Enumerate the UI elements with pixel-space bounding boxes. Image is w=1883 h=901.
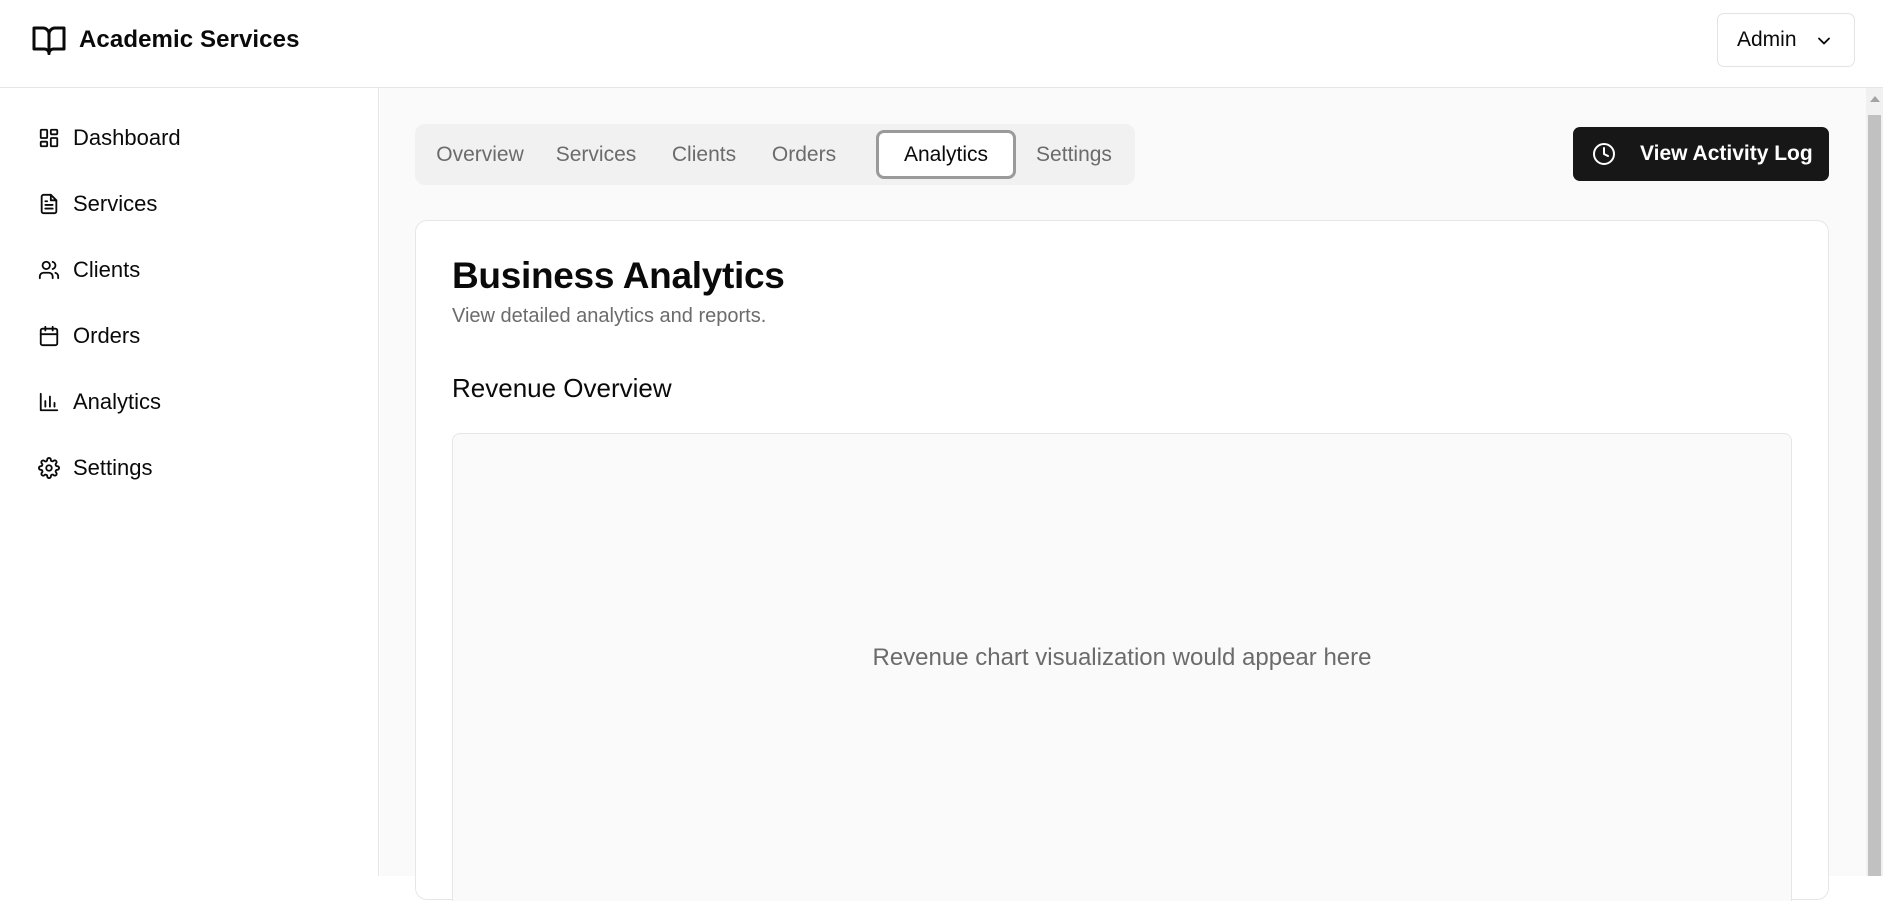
scroll-up-arrow-icon[interactable] bbox=[1870, 96, 1880, 102]
tab-overview[interactable]: Overview bbox=[427, 130, 533, 179]
tab-services[interactable]: Services bbox=[543, 130, 649, 179]
user-menu-label: Admin bbox=[1737, 28, 1797, 51]
tab-list: Overview Services Clients Orders Analyti… bbox=[415, 124, 1135, 185]
sidebar-item-label: Analytics bbox=[73, 389, 162, 414]
sidebar-item-services[interactable]: Services bbox=[38, 184, 157, 224]
file-text-icon bbox=[40, 193, 58, 215]
clock-icon bbox=[1593, 143, 1615, 165]
sidebar-item-orders[interactable]: Orders bbox=[38, 316, 140, 356]
gear-icon bbox=[38, 457, 60, 479]
revenue-chart-container: Revenue chart visualization would appear… bbox=[452, 433, 1792, 901]
calendar-icon bbox=[39, 325, 59, 347]
book-open-icon bbox=[32, 26, 66, 55]
users-icon bbox=[38, 260, 60, 280]
sidebar-item-label: Settings bbox=[73, 455, 153, 480]
app-title: Academic Services bbox=[79, 26, 300, 53]
tab-analytics[interactable]: Analytics bbox=[876, 130, 1016, 179]
sidebar-item-label: Orders bbox=[73, 323, 141, 348]
tab-settings[interactable]: Settings bbox=[1019, 130, 1129, 179]
bar-chart-icon bbox=[39, 392, 59, 412]
page-title: Business Analytics bbox=[452, 255, 785, 296]
dashboard-icon bbox=[39, 128, 59, 148]
sidebar: Dashboard Services Clients Orders Analyt… bbox=[0, 88, 379, 876]
sidebar-item-label: Clients bbox=[73, 257, 141, 282]
activity-log-label: View Activity Log bbox=[1640, 142, 1813, 165]
sidebar-item-clients[interactable]: Clients bbox=[38, 250, 140, 290]
section-title: Revenue Overview bbox=[452, 373, 672, 403]
sidebar-item-label: Dashboard bbox=[73, 125, 181, 150]
tab-orders[interactable]: Orders bbox=[759, 130, 849, 179]
tab-clients[interactable]: Clients bbox=[659, 130, 749, 179]
scrollbar-thumb[interactable] bbox=[1868, 115, 1881, 876]
sidebar-item-analytics[interactable]: Analytics bbox=[38, 382, 161, 422]
sidebar-item-dashboard[interactable]: Dashboard bbox=[38, 118, 181, 158]
main-content: Overview Services Clients Orders Analyti… bbox=[380, 88, 1866, 901]
chevron-down-icon bbox=[1818, 37, 1830, 45]
chart-placeholder-text: Revenue chart visualization would appear… bbox=[872, 644, 1372, 671]
analytics-card: Business Analytics View detailed analyti… bbox=[415, 220, 1829, 901]
page-subtitle: View detailed analytics and reports. bbox=[452, 305, 767, 327]
view-activity-log-button[interactable]: View Activity Log bbox=[1573, 127, 1829, 181]
brand[interactable]: Academic Services bbox=[31, 22, 300, 58]
sidebar-item-settings[interactable]: Settings bbox=[38, 448, 153, 488]
user-menu-button[interactable]: Admin bbox=[1717, 13, 1855, 67]
top-bar: Academic Services Admin bbox=[0, 0, 1883, 88]
sidebar-item-label: Services bbox=[73, 191, 158, 216]
scrollbar[interactable] bbox=[1866, 88, 1883, 876]
